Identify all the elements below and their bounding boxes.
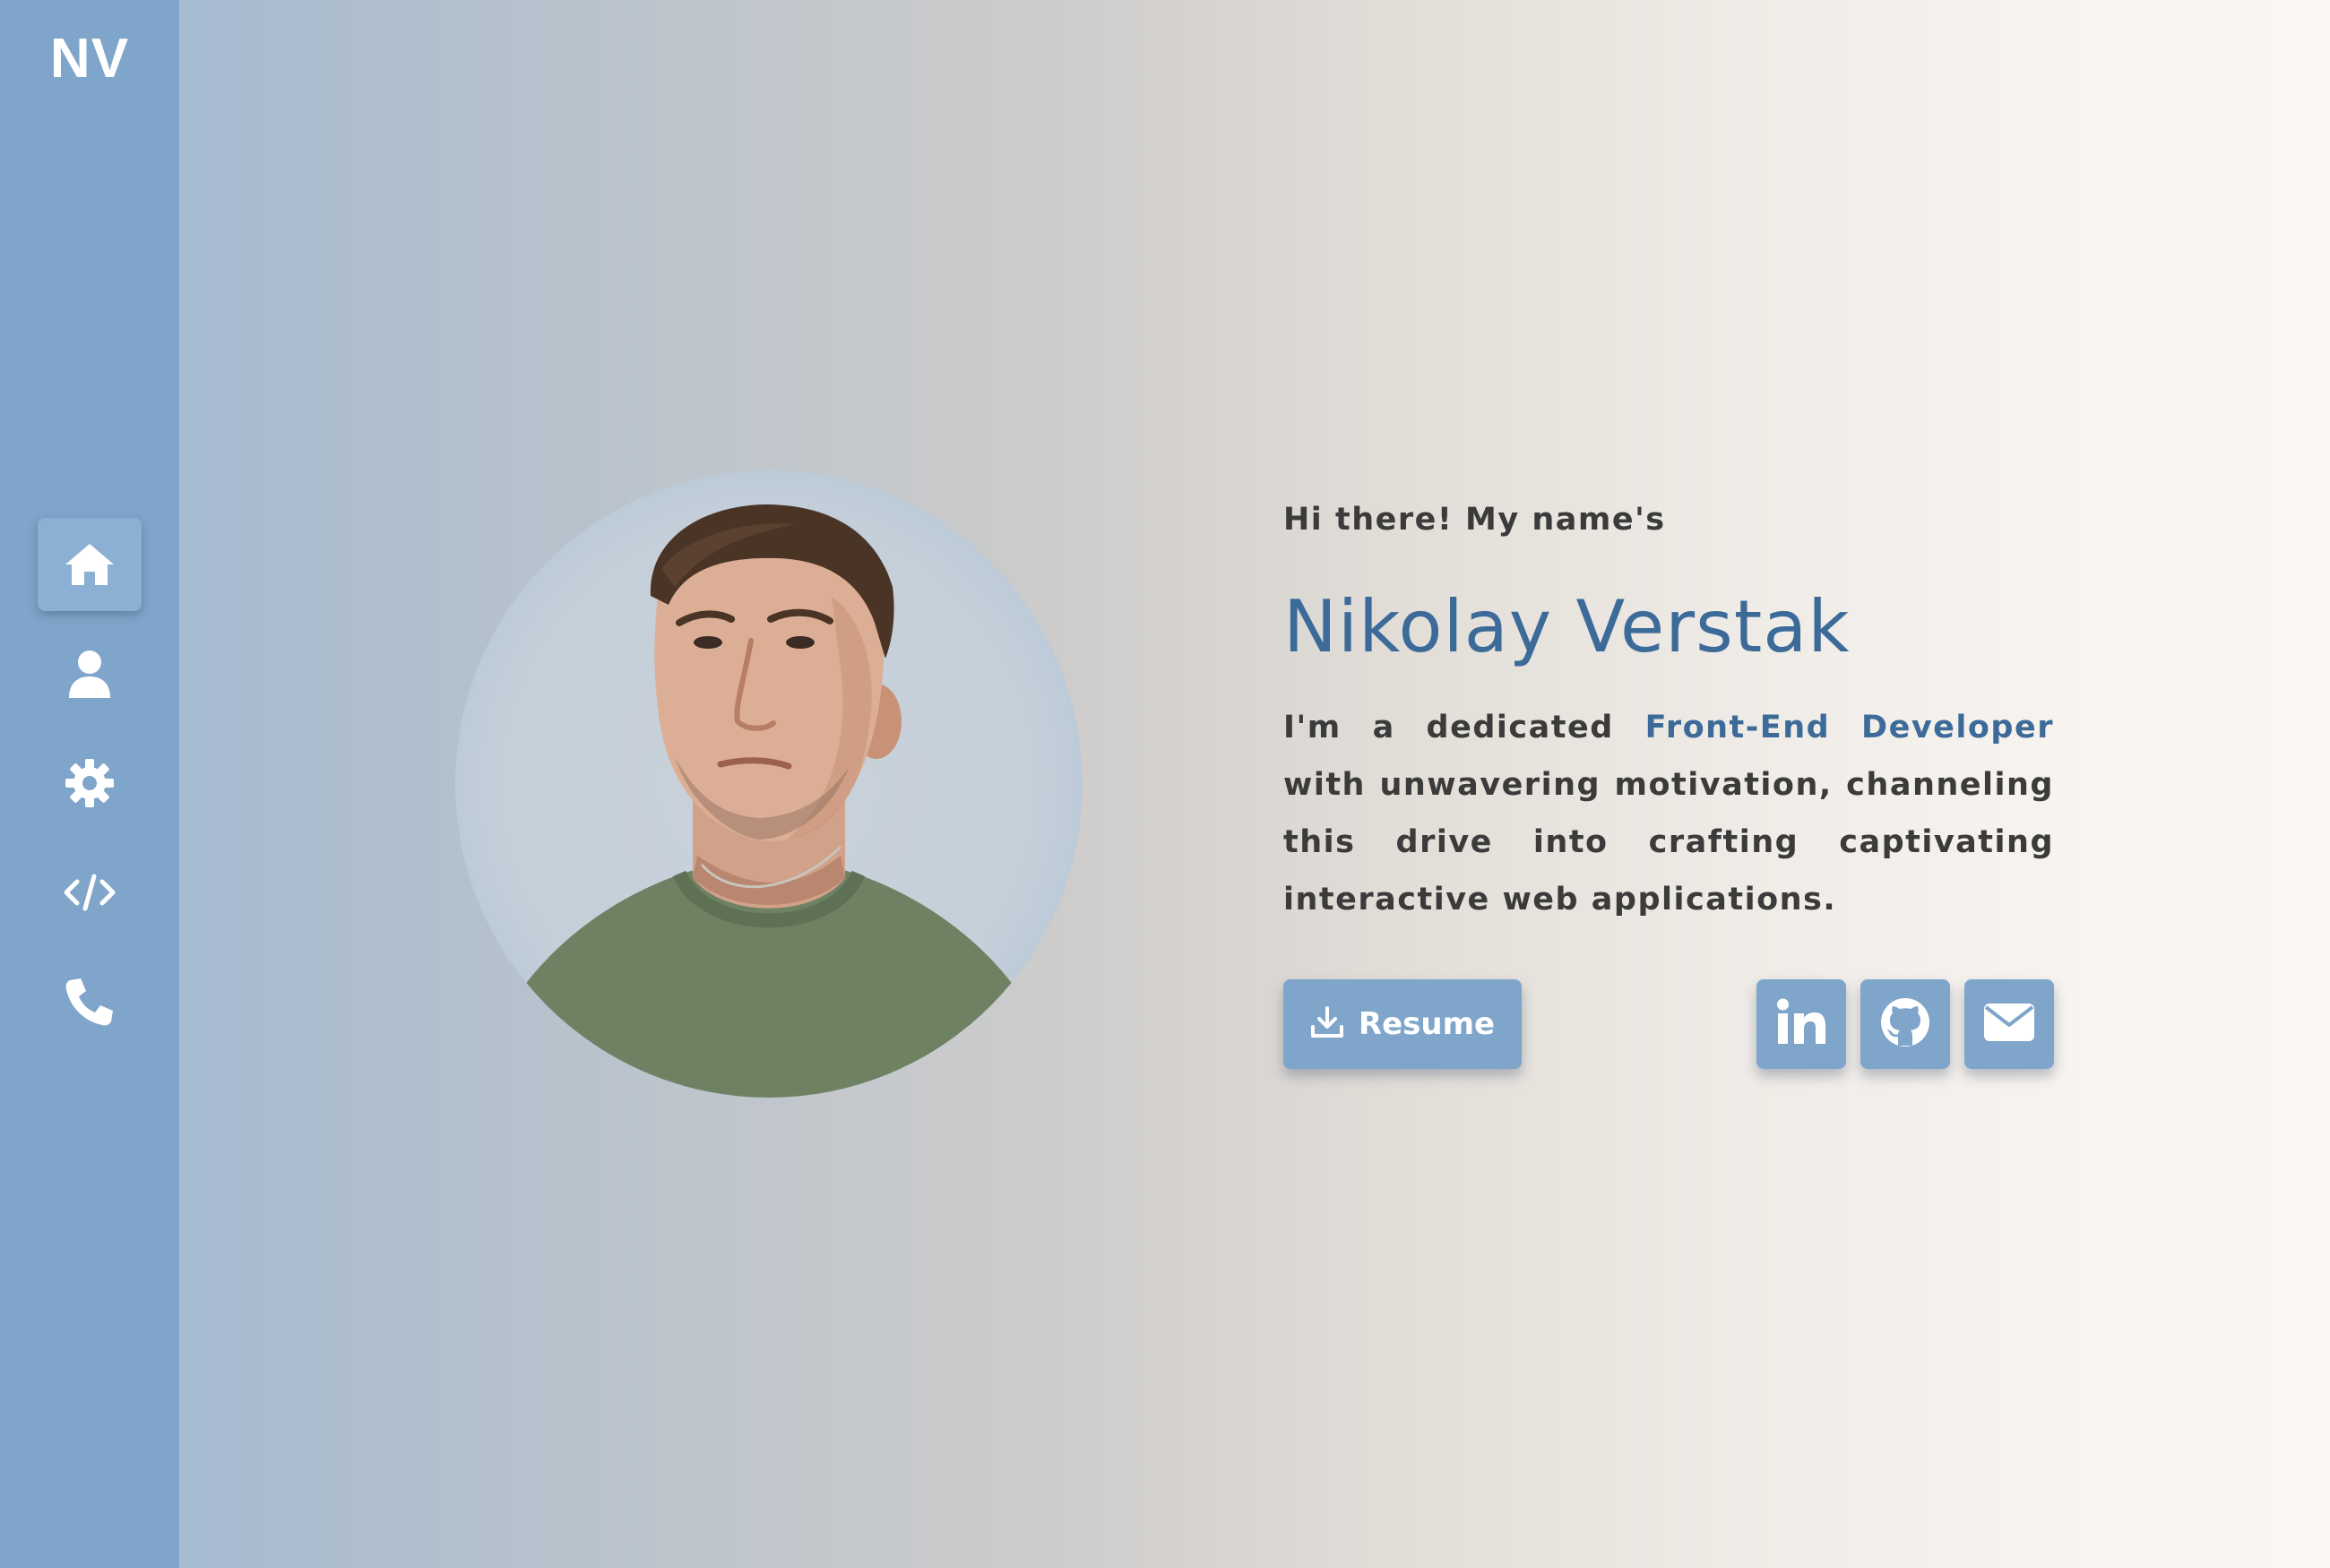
profile-photo	[455, 470, 1083, 1098]
logo[interactable]: NV	[0, 27, 179, 90]
user-icon	[67, 649, 112, 699]
linkedin-icon	[1774, 997, 1828, 1051]
download-icon	[1310, 1005, 1344, 1043]
bio-text-start: I'm a dedicated	[1283, 710, 1645, 745]
github-icon	[1878, 995, 1932, 1053]
portfolio-page: NV Hi there! My name's Nikolay Verstak I…	[0, 0, 2330, 1568]
intro-section: Hi there! My name's Nikolay Verstak I'm …	[1283, 502, 2054, 928]
phone-icon	[65, 977, 115, 1027]
nav-item-home[interactable]	[38, 518, 142, 611]
nav-item-about[interactable]	[38, 627, 142, 720]
email-icon	[1982, 1002, 2036, 1047]
nav-item-projects[interactable]	[38, 846, 142, 939]
resume-label: Resume	[1358, 1006, 1496, 1042]
resume-button[interactable]: Resume	[1283, 979, 1522, 1069]
nav-item-skills[interactable]	[38, 737, 142, 830]
sidebar-nav	[38, 518, 142, 1064]
bio-paragraph: I'm a dedicated Front-End Developer with…	[1283, 699, 2054, 928]
github-button[interactable]	[1860, 979, 1950, 1069]
bio-text-end: with unwavering motivation, channeling t…	[1283, 767, 2054, 918]
name-heading: Nikolay Verstak	[1283, 585, 1851, 668]
nav-item-contact[interactable]	[38, 955, 142, 1048]
gear-icon	[65, 758, 115, 808]
linkedin-button[interactable]	[1756, 979, 1846, 1069]
home-icon	[64, 541, 116, 588]
greeting-text: Hi there! My name's	[1283, 502, 1666, 538]
role-highlight: Front-End Developer	[1644, 710, 2054, 745]
actions-row: Resume	[1283, 979, 2054, 1069]
code-icon	[63, 873, 116, 912]
email-button[interactable]	[1964, 979, 2054, 1069]
sidebar: NV	[0, 0, 179, 1568]
